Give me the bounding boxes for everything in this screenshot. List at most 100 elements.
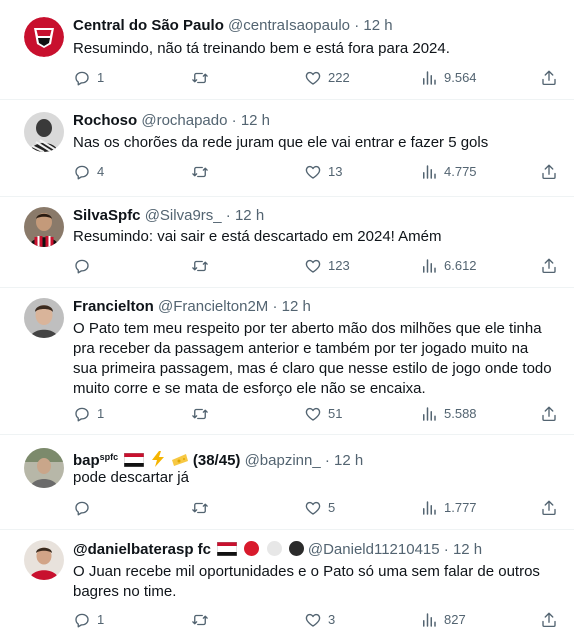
like-count: 222	[328, 70, 350, 85]
retweet-button[interactable]	[191, 69, 215, 87]
reply-button[interactable]: 1	[73, 405, 104, 423]
separator: ·	[324, 452, 330, 469]
handle[interactable]: @Francielton2M	[158, 298, 268, 315]
retweet-icon	[192, 260, 208, 272]
retweet-button[interactable]	[191, 257, 215, 275]
views-chart-icon	[423, 259, 436, 273]
tweet-3[interactable]: SilvaSpfc @Silva9rs_ · 12 h Resumindo: v…	[0, 197, 574, 288]
reply-icon	[75, 613, 89, 628]
share-icon	[542, 70, 556, 86]
name-superscript: spfc	[99, 452, 119, 462]
retweet-button[interactable]	[191, 499, 215, 517]
tweet-4[interactable]: Francielton @Francielton2M · 12 h O Pato…	[0, 288, 574, 435]
like-button[interactable]: 123	[304, 257, 350, 275]
tweet-text: Resumindo, não tá treinando bem e está f…	[73, 40, 450, 57]
timestamp[interactable]: 12 h	[453, 541, 482, 558]
share-button[interactable]	[540, 257, 558, 275]
display-name[interactable]: Central do São Paulo	[73, 17, 224, 34]
views-chart-icon	[423, 165, 436, 179]
tweet-text: pode descartar já	[73, 469, 189, 486]
retweet-icon	[192, 72, 208, 84]
avatar[interactable]	[24, 207, 64, 247]
tweet-5[interactable]: bapspfc (38/45) @bapzinn_ · 12 h pode de…	[0, 435, 574, 530]
tweet-2[interactable]: Rochoso @rochapado · 12 h Nas os chorões…	[0, 100, 574, 197]
avatar[interactable]	[24, 448, 64, 488]
views-button[interactable]: 1.777	[420, 499, 477, 517]
tweet-header: Francielton @Francielton2M · 12 h	[73, 297, 562, 317]
timestamp[interactable]: 12 h	[235, 207, 264, 224]
avatar[interactable]	[24, 298, 64, 338]
handle[interactable]: @Danield11210415	[308, 541, 440, 558]
heart-icon	[305, 165, 321, 179]
timestamp[interactable]: 12 h	[363, 17, 392, 34]
reply-icon	[75, 407, 89, 422]
avatar[interactable]	[24, 540, 64, 580]
views-chart-icon	[423, 407, 436, 421]
views-button[interactable]: 4.775	[420, 163, 477, 181]
reply-button[interactable]: 1	[73, 611, 104, 629]
reply-icon	[75, 71, 89, 86]
reply-button[interactable]	[73, 499, 97, 517]
views-chart-icon	[423, 71, 436, 85]
retweet-button[interactable]	[191, 611, 215, 629]
reply-icon	[75, 165, 89, 180]
tweet-header: Central do São Paulo @centraIsaopaulo · …	[73, 16, 562, 36]
reply-button[interactable]: 4	[73, 163, 104, 181]
reply-count: 1	[97, 70, 105, 85]
reply-count: 4	[97, 164, 105, 179]
timestamp[interactable]: 12 h	[334, 452, 363, 469]
views-button[interactable]: 5.588	[420, 405, 477, 423]
handle[interactable]: @Silva9rs_	[145, 207, 222, 224]
like-count: 5	[328, 500, 336, 515]
views-count: 9.564	[444, 70, 477, 85]
like-button[interactable]: 5	[304, 499, 335, 517]
reply-count: 1	[97, 406, 105, 421]
share-button[interactable]	[540, 163, 558, 181]
like-button[interactable]: 13	[304, 163, 342, 181]
action-bar: 1 51 5.588	[73, 403, 560, 425]
handle[interactable]: @rochapado	[141, 112, 227, 129]
views-chart-icon	[423, 613, 436, 627]
display-name[interactable]: bap	[73, 452, 100, 469]
avatar[interactable]	[24, 112, 64, 152]
retweet-button[interactable]	[191, 405, 215, 423]
action-bar: 1 222 9.564	[73, 67, 560, 89]
avatar[interactable]	[24, 17, 64, 57]
retweet-button[interactable]	[191, 163, 215, 181]
reply-icon	[75, 501, 89, 516]
handle[interactable]: @bapzinn_	[245, 452, 321, 469]
reply-icon	[75, 259, 89, 274]
share-icon	[542, 500, 556, 516]
display-name[interactable]: Rochoso	[73, 112, 137, 129]
share-button[interactable]	[540, 405, 558, 423]
tweet-text: Resumindo: vai sair e está descartado em…	[73, 228, 442, 245]
display-name[interactable]: Francielton	[73, 298, 154, 315]
timestamp[interactable]: 12 h	[241, 112, 270, 129]
views-button[interactable]: 9.564	[420, 69, 477, 87]
like-button[interactable]: 222	[304, 69, 350, 87]
reply-button[interactable]: 1	[73, 69, 104, 87]
share-button[interactable]	[540, 611, 558, 629]
share-button[interactable]	[540, 69, 558, 87]
cheese-emoji-icon	[171, 454, 188, 466]
reply-button[interactable]	[73, 257, 97, 275]
tweet-1[interactable]: Central do São Paulo @centraIsaopaulo · …	[0, 0, 574, 100]
separator: ·	[225, 207, 231, 224]
display-name[interactable]: @danielbaterasp fc	[73, 541, 211, 558]
handle[interactable]: @centraIsaopaulo	[228, 17, 350, 34]
like-button[interactable]: 3	[304, 611, 335, 629]
share-button[interactable]	[540, 499, 558, 517]
like-count: 51	[328, 406, 343, 421]
tweet-header: Rochoso @rochapado · 12 h	[73, 111, 562, 131]
views-button[interactable]: 827	[420, 611, 466, 629]
tweet-header: SilvaSpfc @Silva9rs_ · 12 h	[73, 206, 562, 226]
separator: ·	[231, 112, 237, 129]
timestamp[interactable]: 12 h	[282, 298, 311, 315]
display-name[interactable]: SilvaSpfc	[73, 207, 141, 224]
views-count: 6.612	[444, 258, 477, 273]
flag-emoji-icon	[124, 453, 145, 467]
tweet-6[interactable]: @danielbaterasp fc @Danield11210415 · 12…	[0, 530, 574, 643]
views-button[interactable]: 6.612	[420, 257, 477, 275]
like-button[interactable]: 51	[304, 405, 342, 423]
share-icon	[542, 612, 556, 628]
